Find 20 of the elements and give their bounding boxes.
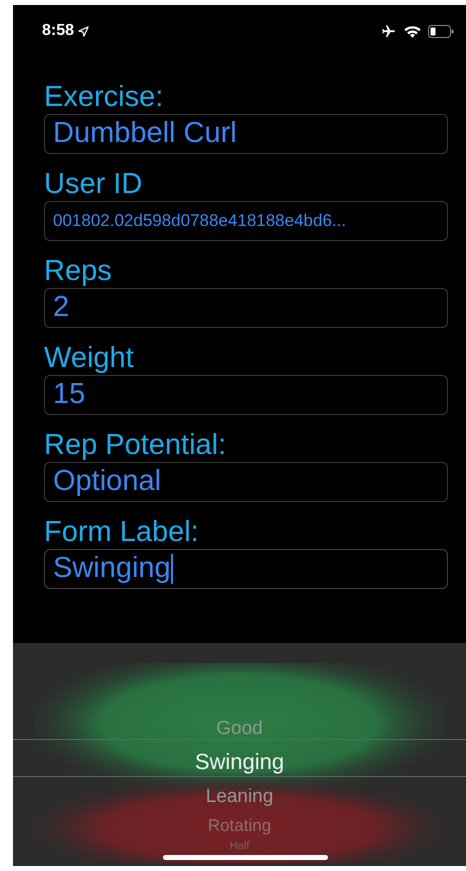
field-label: Weight: [44, 341, 135, 375]
input-field[interactable]: Swinging: [44, 549, 448, 589]
picker-option[interactable]: Leaning: [206, 780, 274, 812]
field-label: Exercise:: [44, 80, 164, 114]
input-field[interactable]: Dumbbell Curl: [44, 114, 448, 154]
input-field[interactable]: 001802.02d598d0788e418188e4bd6...: [44, 201, 448, 241]
input-field[interactable]: 15: [44, 375, 448, 415]
field-label: Form Label:: [44, 515, 200, 549]
status-time: 8:58: [42, 21, 74, 41]
picker-option[interactable]: Swinging: [194, 744, 284, 780]
text-caret: [170, 554, 173, 584]
field-label: Rep Potential:: [44, 428, 228, 462]
location-arrow-icon: [78, 26, 90, 36]
input-field[interactable]: Optional: [44, 462, 448, 502]
field-label: User ID: [44, 167, 144, 201]
battery-icon: [428, 24, 454, 38]
airplane-icon: [380, 24, 397, 38]
wifi-icon: [404, 24, 421, 38]
input-field[interactable]: 2: [44, 288, 448, 328]
field-label: Reps: [44, 254, 113, 288]
